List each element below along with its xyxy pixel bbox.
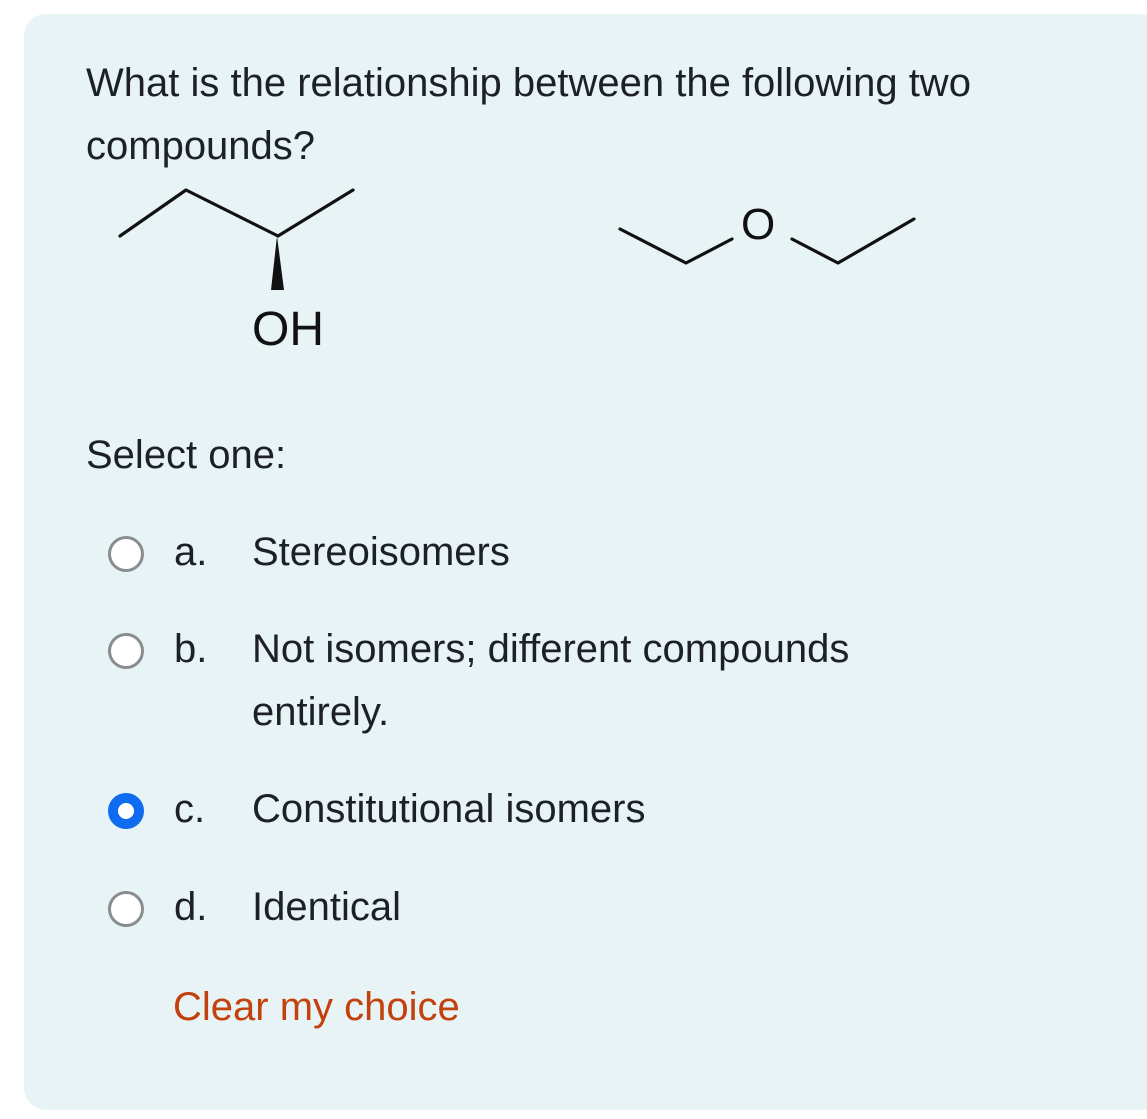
clear-my-choice-link[interactable]: Clear my choice	[173, 980, 460, 1034]
option-c-letter: c.	[174, 787, 206, 831]
option-d-radio[interactable]	[108, 891, 144, 927]
option-a-label: Stereoisomers	[252, 530, 510, 574]
option-a-radio[interactable]	[108, 536, 144, 572]
compound-right-o-label: O	[741, 200, 775, 249]
compound-left-skeleton	[118, 188, 355, 238]
option-c-radio[interactable]	[108, 793, 144, 829]
compound-left-structure: OH	[118, 188, 355, 356]
option-b-letter: b.	[174, 627, 208, 671]
option-b-radio[interactable]	[108, 633, 144, 669]
option-b-label: Not isomers; different compounds entirel…	[252, 627, 850, 734]
option-d[interactable]: d. Identical	[108, 885, 401, 929]
compound-left-oh-label: OH	[252, 303, 324, 356]
compound-right-right-chain	[790, 217, 916, 265]
compound-left-wedge-bond	[271, 236, 284, 290]
option-c[interactable]: c. Constitutional isomers	[108, 787, 646, 831]
question-text: What is the relationship between the fol…	[86, 61, 971, 168]
option-c-label: Constitutional isomers	[252, 787, 646, 831]
option-d-letter: d.	[174, 885, 208, 929]
option-d-label: Identical	[252, 885, 401, 929]
option-b[interactable]: b. Not isomers; different compounds enti…	[108, 627, 849, 734]
compound-right-structure: O	[618, 200, 916, 265]
option-a[interactable]: a. Stereoisomers	[108, 530, 510, 574]
select-one-prompt: Select one:	[86, 433, 287, 477]
option-a-letter: a.	[174, 530, 208, 574]
compound-right-left-chain	[618, 227, 734, 265]
